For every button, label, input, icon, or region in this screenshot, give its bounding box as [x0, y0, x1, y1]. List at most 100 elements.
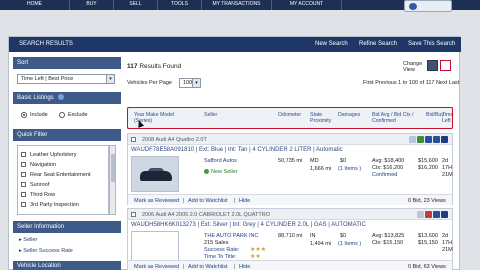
listing-footer: Mark as Reviewed | Add to Watchlist | Hi… [128, 194, 452, 205]
sort-select[interactable]: Time Left | Best Price ▾ [17, 74, 115, 84]
listing-checkbox[interactable] [131, 212, 136, 217]
odometer-value: 88,710 mi [278, 233, 303, 239]
success-rate-label: Success Rate: [204, 247, 240, 253]
proximity-value: 1,494 mi [310, 241, 332, 247]
checkbox[interactable] [21, 202, 26, 207]
add-watchlist-link[interactable]: Add to Watchlist [188, 264, 228, 270]
seller-name[interactable]: THE AUTO PARK INC [204, 233, 259, 239]
check-icon [417, 136, 424, 143]
listing-title[interactable]: 2008 Audi A4 Quattro 2.0T [142, 137, 207, 143]
help-icon[interactable] [58, 94, 65, 100]
results-area: 117 Results Found Change View Vehicles P… [127, 57, 459, 270]
checkbox[interactable] [21, 182, 26, 187]
listing-card[interactable]: 2008 Audi A4 Quattro 2.0T WAUDF78E58A091… [127, 133, 453, 205]
photo-icon [417, 211, 424, 218]
grid-view-icon[interactable] [440, 60, 451, 71]
list-view-icon[interactable] [427, 60, 438, 71]
checkbox[interactable] [21, 192, 26, 197]
sidebar: Sort Time Left | Best Price ▾ Basic List… [13, 57, 121, 270]
save-search-link[interactable]: Save This Search [408, 41, 455, 47]
seller-success-link[interactable]: ▸ Seller Success Rate [19, 248, 73, 254]
bid-price[interactable]: $13,600 [418, 233, 438, 239]
quick-filter-list: Leather Upholstery Navigation Rear Seat … [17, 145, 109, 215]
nav-buy[interactable]: BUY [70, 0, 114, 10]
listing-vin-line: WAUDH58HK6K013273 | Ext: Silver | Int: G… [131, 222, 366, 228]
photo-icon [409, 136, 416, 143]
listing-vin-line: WAUDF78E58A091810 | Ext: Blue | Int: Tan… [131, 147, 343, 153]
damage-items-link[interactable]: (1 Items ) [338, 166, 361, 172]
nav-my-account[interactable]: MY ACCOUNT [272, 0, 342, 10]
bid-avg-value: Avg: $13,825 [372, 233, 405, 239]
checkbox[interactable] [21, 172, 26, 177]
sort-header: Sort [13, 57, 121, 69]
shield-icon [433, 136, 440, 143]
proximity-value: 1,666 mi [310, 166, 332, 172]
scrollbar-thumb[interactable] [111, 154, 115, 182]
seller-name[interactable]: Safford Autos [204, 158, 237, 164]
basic-listings-header: Basic Listings [13, 92, 121, 104]
report-icon [425, 136, 432, 143]
nav-my-transactions[interactable]: MY TRANSACTIONS [202, 0, 272, 10]
hide-link[interactable]: Hide [239, 198, 250, 204]
buy-price[interactable]: $16,200 [418, 165, 438, 171]
mark-reviewed-link[interactable]: Mark as Reviewed [134, 198, 179, 204]
time-left-days: 2d [442, 158, 449, 164]
filter-navigation[interactable]: Navigation [21, 162, 56, 168]
filter-3rd-party[interactable]: 3rd Party Inspection [21, 202, 79, 208]
hide-link[interactable]: Hide [239, 264, 250, 270]
damages-value: $0 [340, 158, 347, 164]
bid-ctx-value: Ctx: $16,200 [372, 165, 404, 171]
state-value: IN [310, 233, 316, 239]
confirmed-label: Confirmed [372, 172, 398, 178]
chevron-down-icon: ▾ [192, 79, 200, 87]
new-seller-icon [204, 169, 209, 174]
nav-tools[interactable]: TOOLS [158, 0, 202, 10]
checkbox[interactable] [21, 152, 26, 157]
listing-title-bar: 2008 Audi A4 Quattro 2.0T [128, 134, 452, 145]
bid-ctx-value: Ctx: $15,150 [372, 240, 404, 246]
per-page-select[interactable]: 100 ▾ [179, 78, 201, 88]
listing-card[interactable]: 2006 Audi A4 2005 2.0 CABRIOLET 2.0L QUA… [127, 208, 453, 270]
info-icon [441, 136, 448, 143]
listing-title[interactable]: 2006 Audi A4 2005 2.0 CABRIOLET 2.0L QUA… [142, 212, 270, 218]
new-search-link[interactable]: New Search [315, 41, 348, 47]
quick-filter-scrollbar[interactable] [109, 145, 116, 215]
time-left-minutes: 21M [442, 172, 453, 178]
bid-views-stats: 0 Bid, 23 Views [408, 198, 446, 204]
buy-price[interactable]: $15,150 [418, 240, 438, 246]
filter-third-row[interactable]: Third Row [21, 192, 55, 198]
column-header-highlight [127, 107, 453, 129]
bid-price[interactable]: $15,600 [418, 158, 438, 164]
results-label: Results Found [139, 63, 182, 70]
checkbox[interactable] [21, 162, 26, 167]
results-number: 117 [127, 63, 138, 70]
nav-sell[interactable]: SELL [114, 0, 158, 10]
mark-reviewed-link[interactable]: Mark as Reviewed [134, 264, 179, 270]
listing-title-bar: 2006 Audi A4 2005 2.0 CABRIOLET 2.0L QUA… [128, 209, 452, 220]
vehicle-photo[interactable] [131, 156, 179, 192]
pagination[interactable]: First Previous 1 to 100 of 117 Next Last [363, 80, 459, 86]
filter-label: Third Row [30, 192, 56, 198]
basic-listings-label: Basic Listings [17, 95, 54, 101]
filter-sunroof[interactable]: Sunroof [21, 182, 49, 188]
include-radio[interactable] [21, 112, 27, 118]
seller-success-label: Seller Success Rate [23, 248, 73, 254]
bid-avg-value: Avg: $18,400 [372, 158, 405, 164]
shield-icon [433, 211, 440, 218]
damage-items-link[interactable]: (1 Items ) [338, 241, 361, 247]
add-watchlist-link[interactable]: Add to Watchlist [188, 198, 228, 204]
site-logo[interactable]: ​ [404, 0, 452, 12]
exclude-radio[interactable] [59, 112, 65, 118]
page-container: SEARCH RESULTS New Search Refine Search … [8, 36, 461, 270]
refine-search-link[interactable]: Refine Search [359, 41, 397, 47]
logo-mark-icon [409, 3, 417, 10]
seller-link[interactable]: ▸ Seller [19, 237, 37, 243]
separator: | [183, 198, 185, 204]
nav-home[interactable]: HOME [0, 0, 70, 10]
seller-status-label: New Seller [211, 169, 238, 175]
time-left-days: 2d [442, 233, 449, 239]
filter-leather[interactable]: Leather Upholstery [21, 152, 76, 158]
listing-checkbox[interactable] [131, 137, 136, 142]
bid-views-stats: 0 Bid, 63 Views [408, 264, 446, 270]
filter-rear-seat[interactable]: Rear Seat Entertainment [21, 172, 91, 178]
